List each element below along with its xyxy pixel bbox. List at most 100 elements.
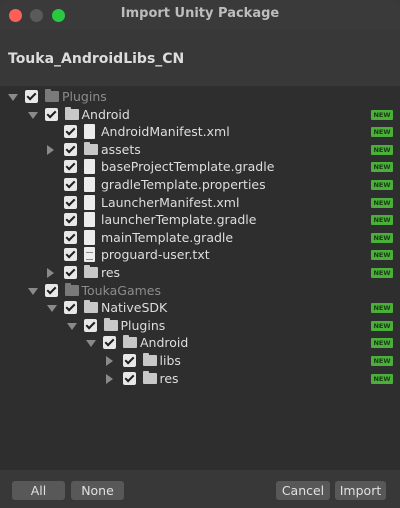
tree-item-label: Plugins bbox=[120, 317, 166, 333]
tree-row[interactable]: Plugins NEW bbox=[0, 317, 400, 335]
tree-item-label: launcherTemplate.gradle bbox=[101, 212, 257, 228]
tree-row[interactable]: LauncherManifest.xml NEW bbox=[0, 194, 400, 212]
tree-row[interactable]: assets NEW bbox=[0, 141, 400, 159]
include-checkbox[interactable] bbox=[122, 371, 136, 385]
tree-item-label: gradleTemplate.properties bbox=[101, 177, 266, 192]
new-badge: NEW bbox=[371, 162, 393, 173]
import-unity-package-window: Import Unity Package Touka_AndroidLibs_C… bbox=[0, 0, 400, 508]
tree-row[interactable]: proguard-user.txt NEW bbox=[0, 246, 400, 264]
tree-row[interactable]: mainTemplate.gradle NEW bbox=[0, 229, 400, 247]
title-bar: Import Unity Package bbox=[0, 0, 400, 30]
package-name: Touka_AndroidLibs_CN bbox=[8, 51, 185, 67]
new-badge: NEW bbox=[371, 144, 393, 155]
tree-row[interactable]: Plugins bbox=[0, 88, 400, 106]
tree-item-label: libs bbox=[159, 353, 181, 368]
folder-icon bbox=[84, 300, 98, 314]
select-none-button[interactable]: None bbox=[71, 481, 124, 500]
expand-arrow-down-icon[interactable] bbox=[66, 322, 77, 330]
folder-icon bbox=[64, 282, 79, 296]
new-badge: NEW bbox=[371, 232, 393, 243]
expand-arrow-down-icon[interactable] bbox=[47, 305, 57, 313]
tree-row[interactable]: res NEW bbox=[0, 264, 400, 282]
include-checkbox[interactable] bbox=[122, 354, 136, 367]
file-icon bbox=[84, 124, 95, 140]
new-badge: NEW bbox=[371, 338, 393, 349]
expand-arrow-down-icon[interactable] bbox=[86, 340, 96, 348]
cancel-button[interactable]: Cancel bbox=[276, 481, 330, 500]
tree-item-label: AndroidManifest.xml bbox=[101, 124, 230, 140]
include-checkbox[interactable] bbox=[64, 213, 77, 227]
include-checkbox[interactable] bbox=[44, 283, 58, 297]
tree-item-label: mainTemplate.gradle bbox=[101, 229, 234, 245]
tree-item-label: res bbox=[101, 265, 121, 280]
expand-arrow-down-icon[interactable] bbox=[8, 94, 18, 101]
include-checkbox[interactable] bbox=[83, 318, 97, 332]
tree-row[interactable]: NativeSDK NEW bbox=[0, 299, 400, 317]
new-badge: NEW bbox=[371, 215, 393, 226]
expand-arrow-right-icon[interactable] bbox=[47, 268, 54, 278]
text-file-icon bbox=[84, 247, 95, 263]
new-badge: NEW bbox=[371, 268, 393, 278]
package-file-tree: Plugins Android NEW AndroidManifest.xml NEW a… bbox=[0, 86, 400, 470]
include-checkbox[interactable] bbox=[64, 160, 77, 174]
include-checkbox[interactable] bbox=[64, 248, 77, 262]
tree-item-label: Android bbox=[140, 335, 189, 351]
expand-arrow-right-icon[interactable] bbox=[47, 144, 54, 155]
new-badge: NEW bbox=[371, 197, 393, 208]
tree-item-label: res bbox=[159, 370, 179, 386]
file-icon bbox=[84, 212, 95, 228]
new-badge: NEW bbox=[371, 180, 393, 190]
file-icon bbox=[84, 177, 95, 192]
folder-icon bbox=[64, 106, 79, 120]
include-checkbox[interactable] bbox=[64, 178, 77, 191]
include-checkbox[interactable] bbox=[64, 301, 77, 315]
folder-icon bbox=[142, 353, 157, 366]
tree-item-label: proguard-user.txt bbox=[101, 247, 210, 263]
include-checkbox[interactable] bbox=[64, 142, 77, 156]
tree-row[interactable]: Android NEW bbox=[0, 106, 400, 124]
new-badge: NEW bbox=[371, 127, 393, 138]
new-badge: NEW bbox=[371, 356, 393, 366]
tree-row[interactable]: gradleTemplate.properties NEW bbox=[0, 176, 400, 194]
include-checkbox[interactable] bbox=[25, 90, 38, 103]
tree-row[interactable]: AndroidManifest.xml NEW bbox=[0, 123, 400, 141]
tree-row[interactable]: libs NEW bbox=[0, 352, 400, 370]
import-button[interactable]: Import bbox=[335, 481, 386, 500]
file-icon bbox=[84, 229, 95, 245]
tree-item-label: NativeSDK bbox=[101, 300, 168, 316]
file-icon bbox=[84, 194, 95, 210]
package-header: Touka_AndroidLibs_CN bbox=[0, 30, 400, 86]
include-checkbox[interactable] bbox=[64, 266, 77, 279]
dialog-footer: All None Cancel Import bbox=[0, 470, 400, 508]
tree-item-label: Android bbox=[81, 106, 130, 122]
select-all-button[interactable]: All bbox=[12, 481, 65, 500]
tree-row[interactable]: ToukaGames bbox=[0, 282, 400, 300]
include-checkbox[interactable] bbox=[64, 230, 77, 244]
tree-item-label: baseProjectTemplate.gradle bbox=[101, 159, 275, 175]
include-checkbox[interactable] bbox=[103, 336, 116, 350]
folder-icon bbox=[84, 265, 98, 278]
tree-row[interactable]: Android NEW bbox=[0, 334, 400, 352]
expand-arrow-right-icon[interactable] bbox=[105, 373, 113, 384]
expand-arrow-down-icon[interactable] bbox=[27, 111, 38, 119]
tree-row[interactable]: baseProjectTemplate.gradle NEW bbox=[0, 158, 400, 176]
tree-item-label: Plugins bbox=[62, 89, 107, 104]
tree-item-label: ToukaGames bbox=[81, 282, 162, 298]
new-badge: NEW bbox=[371, 250, 393, 261]
folder-icon bbox=[84, 141, 98, 155]
folder-icon bbox=[45, 89, 59, 102]
window-title: Import Unity Package bbox=[120, 6, 280, 21]
include-checkbox[interactable] bbox=[64, 195, 77, 209]
include-checkbox[interactable] bbox=[64, 125, 77, 139]
file-icon bbox=[84, 159, 95, 175]
folder-icon bbox=[142, 370, 157, 384]
new-badge: NEW bbox=[371, 303, 393, 314]
tree-row[interactable]: launcherTemplate.gradle NEW bbox=[0, 211, 400, 229]
new-badge: NEW bbox=[371, 320, 393, 331]
tree-row[interactable]: res NEW bbox=[0, 370, 400, 388]
include-checkbox[interactable] bbox=[44, 107, 58, 121]
tree-item-label: LauncherManifest.xml bbox=[101, 194, 240, 210]
expand-arrow-right-icon[interactable] bbox=[105, 356, 113, 366]
expand-arrow-down-icon[interactable] bbox=[27, 287, 38, 295]
new-badge: NEW bbox=[371, 109, 393, 120]
